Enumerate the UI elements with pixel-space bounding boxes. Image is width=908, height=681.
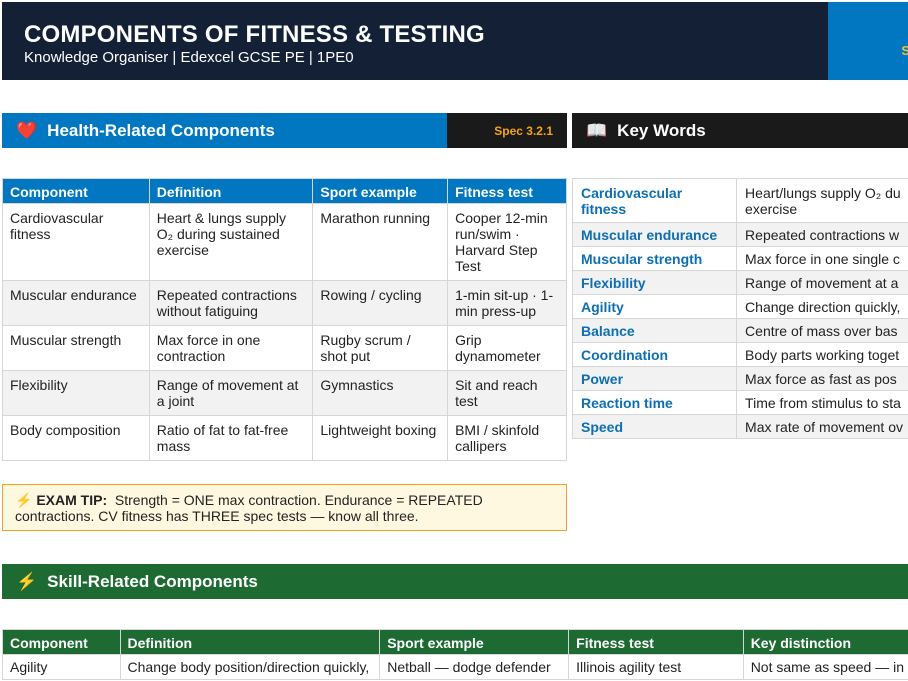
header-accent-panel: S	[828, 2, 908, 80]
keyword-term: Cardiovascular fitness	[571, 178, 738, 223]
keyword-definition-line: exercise	[745, 201, 798, 217]
key-words-table: Cardiovascular fitness Heart/lungs suppl…	[571, 178, 908, 439]
keyword-row: Muscular strength Max force in one singl…	[571, 246, 908, 271]
keyword-definition: Heart/lungs supply O₂ du exercise	[736, 178, 908, 223]
keyword-row: Balance Centre of mass over bas	[571, 318, 908, 343]
keyword-row: Flexibility Range of movement at a	[571, 270, 908, 295]
health-components-table: Component Definition Sport example Fitne…	[2, 178, 567, 461]
table-cell: Netball — dodge defender	[379, 654, 570, 680]
table-cell: Flexibility	[2, 370, 150, 416]
table-cell: Sit and reach test	[447, 370, 567, 416]
keyword-definition: Repeated contractions w	[736, 222, 908, 247]
lightning-icon: ⚡	[15, 492, 33, 508]
table-cell: Muscular strength	[2, 325, 150, 371]
page-header: COMPONENTS OF FITNESS & TESTING Knowledg…	[2, 2, 828, 80]
keyword-row: Muscular endurance Repeated contractions…	[571, 222, 908, 247]
table-cell: Agility	[2, 654, 121, 680]
keyword-term: Reaction time	[571, 390, 738, 415]
table-cell: Range of movement at a joint	[148, 370, 314, 416]
keyword-row: Speed Max rate of movement ov	[571, 414, 908, 439]
table-cell: Muscular endurance	[2, 280, 150, 326]
column-header: Component	[2, 629, 121, 655]
column-header: Definition	[148, 178, 314, 204]
column-header: Fitness test	[568, 629, 744, 655]
table-cell: Rowing / cycling	[312, 280, 449, 326]
table-cell: Change body position/direction quickly,	[119, 654, 381, 680]
column-header: Component	[2, 178, 150, 204]
keyword-definition: Body parts working toget	[736, 342, 908, 367]
column-header: Definition	[119, 629, 381, 655]
table-cell: 1-min sit-up · 1-min press-up	[447, 280, 567, 326]
keywords-section-bar: 📖 Key Words	[572, 113, 908, 148]
keyword-definition: Change direction quickly,	[736, 294, 908, 319]
table-cell: BMI / skinfold callipers	[447, 415, 567, 461]
table-header-row: Component Definition Sport example Fitne…	[2, 178, 567, 204]
table-cell: Cardiovascular fitness	[2, 203, 150, 281]
table-row: Flexibility Range of movement at a joint…	[2, 370, 567, 416]
keyword-definition: Max force as fast as pos	[736, 366, 908, 391]
exam-tip-label: EXAM TIP:	[36, 492, 108, 508]
table-cell: Grip dynamometer	[447, 325, 567, 371]
health-section-bar: ❤️ Health-Related Components	[2, 113, 447, 148]
exam-tip-box: ⚡ EXAM TIP: Strength = ONE max contracti…	[2, 484, 567, 531]
keyword-row: Cardiovascular fitness Heart/lungs suppl…	[571, 178, 908, 223]
keyword-term: Balance	[571, 318, 738, 343]
table-cell: Illinois agility test	[568, 654, 744, 680]
keyword-row: Power Max force as fast as pos	[571, 366, 908, 391]
keyword-term: Flexibility	[571, 270, 738, 295]
column-header: Sport example	[379, 629, 570, 655]
table-cell: Max force in one contraction	[148, 325, 314, 371]
header-accent-text: S	[901, 43, 908, 58]
table-row: Agility Change body position/direction q…	[2, 654, 908, 680]
keyword-definition: Range of movement at a	[736, 270, 908, 295]
keyword-term: Agility	[571, 294, 738, 319]
keyword-term: Muscular strength	[571, 246, 738, 271]
keyword-definition: Time from stimulus to sta	[736, 390, 908, 415]
lightning-icon: ⚡	[16, 571, 38, 591]
table-cell: Not same as speed — in	[742, 654, 908, 680]
keyword-definition: Max rate of movement ov	[736, 414, 908, 439]
keyword-row: Coordination Body parts working toget	[571, 342, 908, 367]
table-row: Muscular endurance Repeated contractions…	[2, 280, 567, 326]
column-header: Sport example	[312, 178, 449, 204]
keywords-section-title: Key Words	[617, 120, 706, 140]
table-row: Body composition Ratio of fat to fat-fre…	[2, 415, 567, 461]
table-cell: Cooper 12-min run/swim · Harvard Step Te…	[447, 203, 567, 281]
page-subtitle: Knowledge Organiser | Edexcel GCSE PE | …	[24, 49, 354, 66]
health-section-title: Health-Related Components	[47, 120, 275, 140]
keyword-definition: Centre of mass over bas	[736, 318, 908, 343]
column-header: Fitness test	[447, 178, 567, 204]
keyword-term: Power	[571, 366, 738, 391]
keyword-definition-line: Heart/lungs supply O₂ du	[745, 185, 901, 201]
keyword-term: Coordination	[571, 342, 738, 367]
table-cell: Rugby scrum / shot put	[312, 325, 449, 371]
page-title: COMPONENTS OF FITNESS & TESTING	[24, 21, 485, 48]
table-cell: Lightweight boxing	[312, 415, 449, 461]
table-row: Muscular strength Max force in one contr…	[2, 325, 567, 371]
skill-section-title: Skill-Related Components	[47, 571, 258, 591]
table-cell: Ratio of fat to fat-free mass	[148, 415, 314, 461]
keyword-definition: Max force in one single c	[736, 246, 908, 271]
table-header-row: Component Definition Sport example Fitne…	[2, 629, 908, 655]
skill-components-table: Component Definition Sport example Fitne…	[2, 629, 908, 680]
table-row: Cardiovascular fitness Heart & lungs sup…	[2, 203, 567, 281]
book-icon: 📖	[586, 120, 608, 140]
keyword-row: Agility Change direction quickly,	[571, 294, 908, 319]
table-cell: Repeated contractions without fatiguing	[148, 280, 314, 326]
keyword-row: Reaction time Time from stimulus to sta	[571, 390, 908, 415]
heart-icon: ❤️	[16, 120, 38, 140]
table-cell: Gymnastics	[312, 370, 449, 416]
table-cell: Heart & lungs supply O₂ during sustained…	[148, 203, 314, 281]
keyword-term: Speed	[571, 414, 738, 439]
skill-section-bar: ⚡ Skill-Related Components	[2, 564, 908, 599]
table-cell: Marathon running	[312, 203, 449, 281]
column-header: Key distinction	[742, 629, 908, 655]
spec-label: Spec 3.2.1	[494, 123, 553, 138]
spec-badge: Spec 3.2.1	[447, 113, 567, 148]
keyword-term: Muscular endurance	[571, 222, 738, 247]
table-cell: Body composition	[2, 415, 150, 461]
